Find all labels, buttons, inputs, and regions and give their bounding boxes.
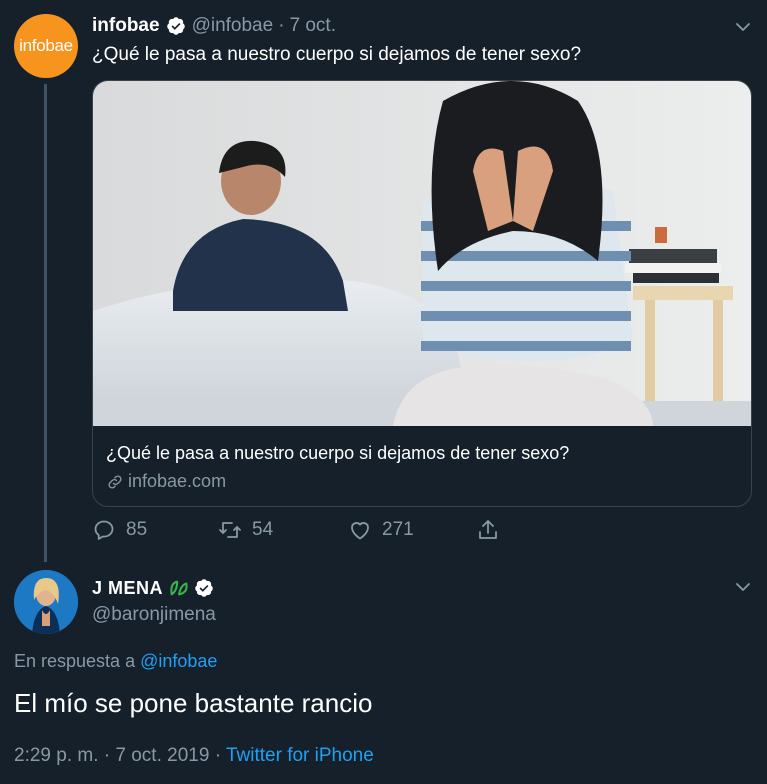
tweet2-text: El mío se pone bastante rancio xyxy=(14,688,373,718)
like-count: 271 xyxy=(382,519,414,540)
retweet-icon xyxy=(219,522,241,538)
reply-count: 85 xyxy=(126,519,148,540)
card-title: ¿Qué le pasa a nuestro cuerpo si dejamos… xyxy=(106,443,570,463)
reply-button[interactable]: 85 xyxy=(92,518,147,542)
verified-icon xyxy=(166,17,185,35)
tweet2-author-name[interactable]: J MENA xyxy=(92,578,163,599)
infobae-avatar[interactable]: infobae xyxy=(14,14,78,78)
share-button[interactable] xyxy=(476,518,510,542)
tweet2-meta: 2:29 p. m. · 7 oct. 2019 · Twitter for i… xyxy=(14,745,374,767)
tweet1-handle[interactable]: @infobae xyxy=(192,15,274,37)
plant-emoji-icon xyxy=(170,580,188,596)
card-domain: infobae.com xyxy=(106,471,226,492)
retweet-count: 54 xyxy=(252,519,274,540)
tweet-client[interactable]: Twitter for iPhone xyxy=(226,745,374,766)
link-card[interactable]: ¿Qué le pasa a nuestro cuerpo si dejamos… xyxy=(92,80,752,507)
chevron-down-icon[interactable] xyxy=(734,18,752,36)
card-domain-text: infobae.com xyxy=(128,471,227,491)
retweet-button[interactable]: 54 xyxy=(218,518,273,542)
thread-line xyxy=(44,84,47,562)
card-photo xyxy=(93,81,751,426)
like-icon xyxy=(351,522,369,540)
header-separator: · xyxy=(278,15,285,36)
share-icon xyxy=(479,520,497,539)
reply-context: En respuesta a @infobae xyxy=(14,651,217,672)
link-icon xyxy=(108,474,122,489)
reply-to-link[interactable]: @infobae xyxy=(140,651,217,671)
reply-icon xyxy=(94,520,114,540)
verified-icon xyxy=(195,579,213,597)
reply-prefix: En respuesta a xyxy=(14,651,136,671)
tweet-date[interactable]: 7 oct. 2019 xyxy=(115,745,209,766)
tweet2-header: J MENA xyxy=(92,576,220,600)
avatar-photo xyxy=(14,570,78,634)
tweet1-actions: 85 54 271 xyxy=(92,518,512,548)
tweet-time[interactable]: 2:29 p. m. xyxy=(14,745,99,766)
like-button[interactable]: 271 xyxy=(348,518,414,542)
chevron-down-icon[interactable] xyxy=(734,578,752,596)
jmena-avatar[interactable] xyxy=(14,570,78,634)
avatar-logo-text: infobae xyxy=(19,36,73,55)
tweet1-text: ¿Qué le pasa a nuestro cuerpo si dejamos… xyxy=(92,44,582,65)
tweet1-author-name[interactable]: infobae xyxy=(92,15,160,37)
tweet2-handle[interactable]: @baronjimena xyxy=(92,604,216,626)
meta-separator: · xyxy=(214,745,222,766)
meta-separator: · xyxy=(103,745,111,766)
tweet1-date[interactable]: 7 oct. xyxy=(290,15,336,37)
tweet1-header: infobae @infobae · 7 oct. xyxy=(92,14,336,38)
